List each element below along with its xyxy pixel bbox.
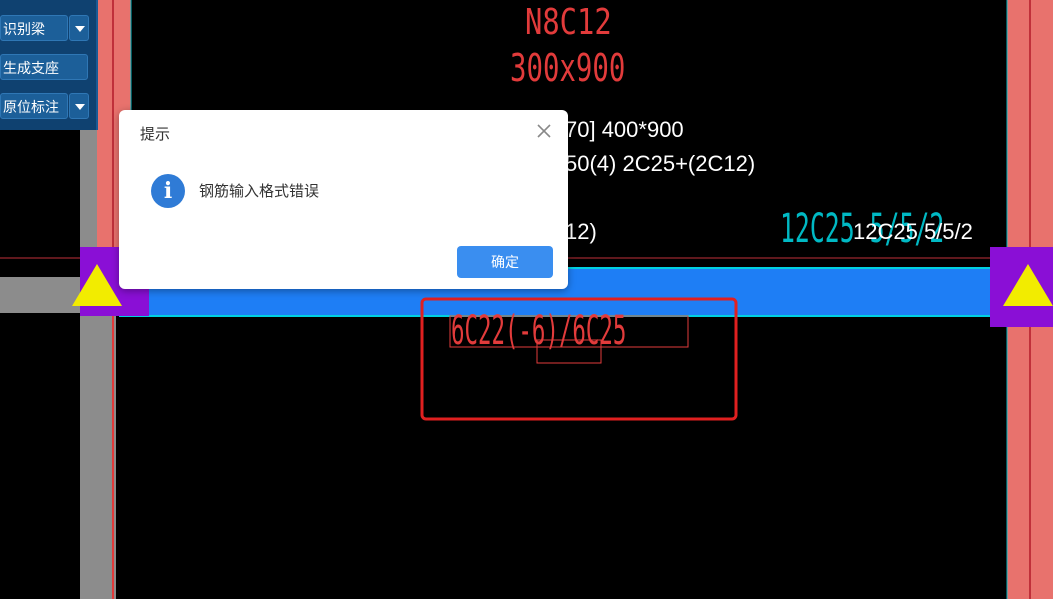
toolbar-item-label: 生成支座 bbox=[3, 60, 59, 76]
bottom-rebar-label[interactable]: 6C22(-6)/6C25 bbox=[451, 308, 626, 354]
dialog-title: 提示 bbox=[140, 126, 171, 143]
message-dialog: 提示 i 钢筋输入格式错误 确定 bbox=[119, 110, 568, 289]
toolbar-item-label: 识别梁 bbox=[3, 21, 45, 37]
toolbar-item-original-annotation[interactable]: 原位标注 bbox=[0, 93, 68, 119]
dialog-message: 钢筋输入格式错误 bbox=[199, 183, 320, 200]
top-label-1: N8C12 bbox=[525, 2, 612, 43]
chevron-down-icon[interactable] bbox=[69, 15, 89, 41]
info-icon: i bbox=[151, 174, 185, 208]
left-toolbar: 识别梁 生成支座 原位标注 bbox=[0, 0, 98, 130]
toolbar-item-label: 原位标注 bbox=[3, 99, 59, 115]
toolbar-item-identify-beam[interactable]: 识别梁 bbox=[0, 15, 68, 41]
toolbar-item-generate-support[interactable]: 生成支座 bbox=[0, 54, 88, 80]
chevron-down-icon[interactable] bbox=[69, 93, 89, 119]
top-label-2: 300x900 bbox=[510, 46, 626, 90]
right-rebar-white: 12C25 5/5/2 bbox=[853, 219, 973, 244]
close-icon[interactable] bbox=[533, 120, 555, 142]
ok-button[interactable]: 确定 bbox=[457, 246, 553, 278]
beam-spec-line-1: 70] 400*900 bbox=[565, 117, 684, 142]
beam-spec-line-3: 12) bbox=[565, 219, 597, 244]
beam-spec-line-2: 50(4) 2C25+(2C12) bbox=[565, 151, 756, 176]
